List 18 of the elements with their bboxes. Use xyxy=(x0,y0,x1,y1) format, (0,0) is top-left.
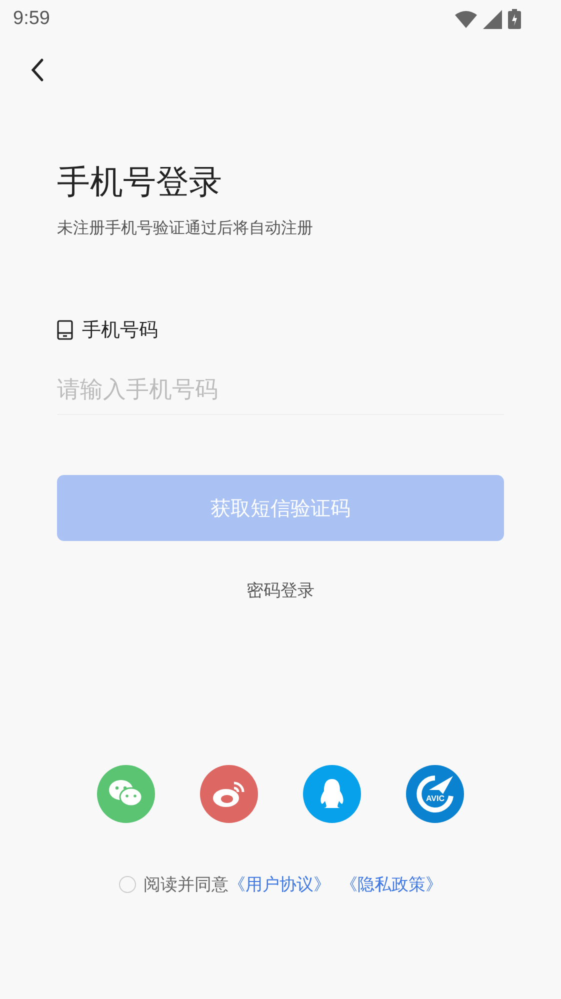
field-label: 手机号码 xyxy=(82,318,158,343)
wifi-icon xyxy=(455,10,477,28)
signal-icon xyxy=(483,10,502,28)
agreement-text: 阅读并同意 xyxy=(144,874,228,896)
logo-text: AVIC xyxy=(426,794,445,803)
battery-icon xyxy=(508,9,521,29)
page-subtitle: 未注册手机号验证通过后将自动注册 xyxy=(57,218,314,239)
plane-logo-login-button[interactable]: AVIC xyxy=(406,765,464,823)
user-agreement-link[interactable]: 《用户协议》 xyxy=(228,873,330,896)
agree-radio[interactable] xyxy=(118,876,136,893)
eye-logo-icon xyxy=(212,779,246,809)
page-title: 手机号登录 xyxy=(57,161,223,203)
phone-icon xyxy=(57,320,73,340)
password-login-link[interactable]: 密码登录 xyxy=(246,579,314,602)
phone-input-field[interactable]: 请输入手机号码 xyxy=(57,365,504,415)
status-time: 9:59 xyxy=(13,8,50,30)
penguin-icon xyxy=(318,778,346,810)
privacy-policy-link[interactable]: 《隐私政策》 xyxy=(340,873,442,896)
